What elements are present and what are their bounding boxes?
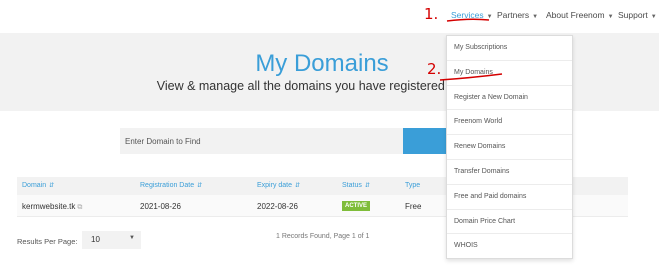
- nav-about-label: About Freenom: [546, 10, 605, 20]
- menu-item-renew-domains[interactable]: Renew Domains: [447, 135, 572, 160]
- chevron-down-icon: ▼: [486, 14, 493, 20]
- expiry-date-cell: 2022-08-26: [257, 202, 298, 211]
- nav-support-label: Support: [618, 10, 648, 20]
- annotation-step-2: 2.: [427, 60, 442, 78]
- menu-item-register-new-domain[interactable]: Register a New Domain: [447, 86, 572, 111]
- sort-icon: ⇵: [197, 183, 203, 189]
- column-header-expiry-date[interactable]: Expiry date ⇵: [257, 182, 300, 189]
- top-navigation: Services ▼ Partners ▼ About Freenom ▼ Suppo…: [0, 0, 659, 33]
- external-link-icon[interactable]: ⧉: [77, 204, 82, 211]
- sort-icon: ⇵: [295, 183, 301, 189]
- nav-services[interactable]: Services ▼: [451, 10, 493, 20]
- column-header-domain[interactable]: Domain ⇵: [22, 182, 54, 189]
- chevron-down-icon: ▼: [650, 14, 657, 20]
- search-button[interactable]: [403, 128, 447, 154]
- domain-search-input[interactable]: [120, 128, 403, 154]
- results-per-page-value: 10: [91, 235, 100, 244]
- column-header-registration-date[interactable]: Registration Date ⇵: [140, 182, 202, 189]
- sort-icon: ⇵: [364, 183, 370, 189]
- services-dropdown-menu: My Subscriptions My Domains Register a N…: [446, 35, 573, 259]
- menu-item-transfer-domains[interactable]: Transfer Domains: [447, 160, 572, 185]
- records-found-text: 1 Records Found, Page 1 of 1: [276, 233, 370, 240]
- annotation-step-1: 1.: [424, 5, 439, 23]
- column-header-type[interactable]: Type: [405, 182, 420, 189]
- type-cell: Free: [405, 202, 422, 211]
- menu-item-my-subscriptions[interactable]: My Subscriptions: [447, 36, 572, 61]
- results-per-page-select[interactable]: 10 ▼: [82, 231, 141, 249]
- menu-item-free-and-paid-domains[interactable]: Free and Paid domains: [447, 185, 572, 210]
- chevron-down-icon: ▼: [607, 14, 614, 20]
- results-per-page-label: Results Per Page:: [17, 237, 78, 246]
- nav-services-label: Services: [451, 10, 484, 20]
- registration-date-cell: 2021-08-26: [140, 202, 181, 211]
- chevron-down-icon: ▼: [129, 235, 135, 241]
- nav-about[interactable]: About Freenom ▼: [546, 10, 614, 20]
- domain-cell[interactable]: kermwebsite.tk ⧉: [22, 202, 82, 212]
- nav-support[interactable]: Support ▼: [618, 10, 657, 20]
- nav-partners-label: Partners: [497, 10, 530, 20]
- status-badge: ACTIVE: [342, 201, 371, 211]
- column-header-status[interactable]: Status ⇵: [342, 182, 370, 189]
- menu-item-my-domains[interactable]: My Domains: [447, 61, 572, 86]
- sort-icon: ⇵: [49, 183, 55, 189]
- menu-item-domain-price-chart[interactable]: Domain Price Chart: [447, 210, 572, 235]
- menu-item-whois[interactable]: WHOIS: [447, 234, 572, 259]
- menu-item-freenom-world[interactable]: Freenom World: [447, 110, 572, 136]
- chevron-down-icon: ▼: [532, 14, 539, 20]
- nav-partners[interactable]: Partners ▼: [497, 10, 538, 20]
